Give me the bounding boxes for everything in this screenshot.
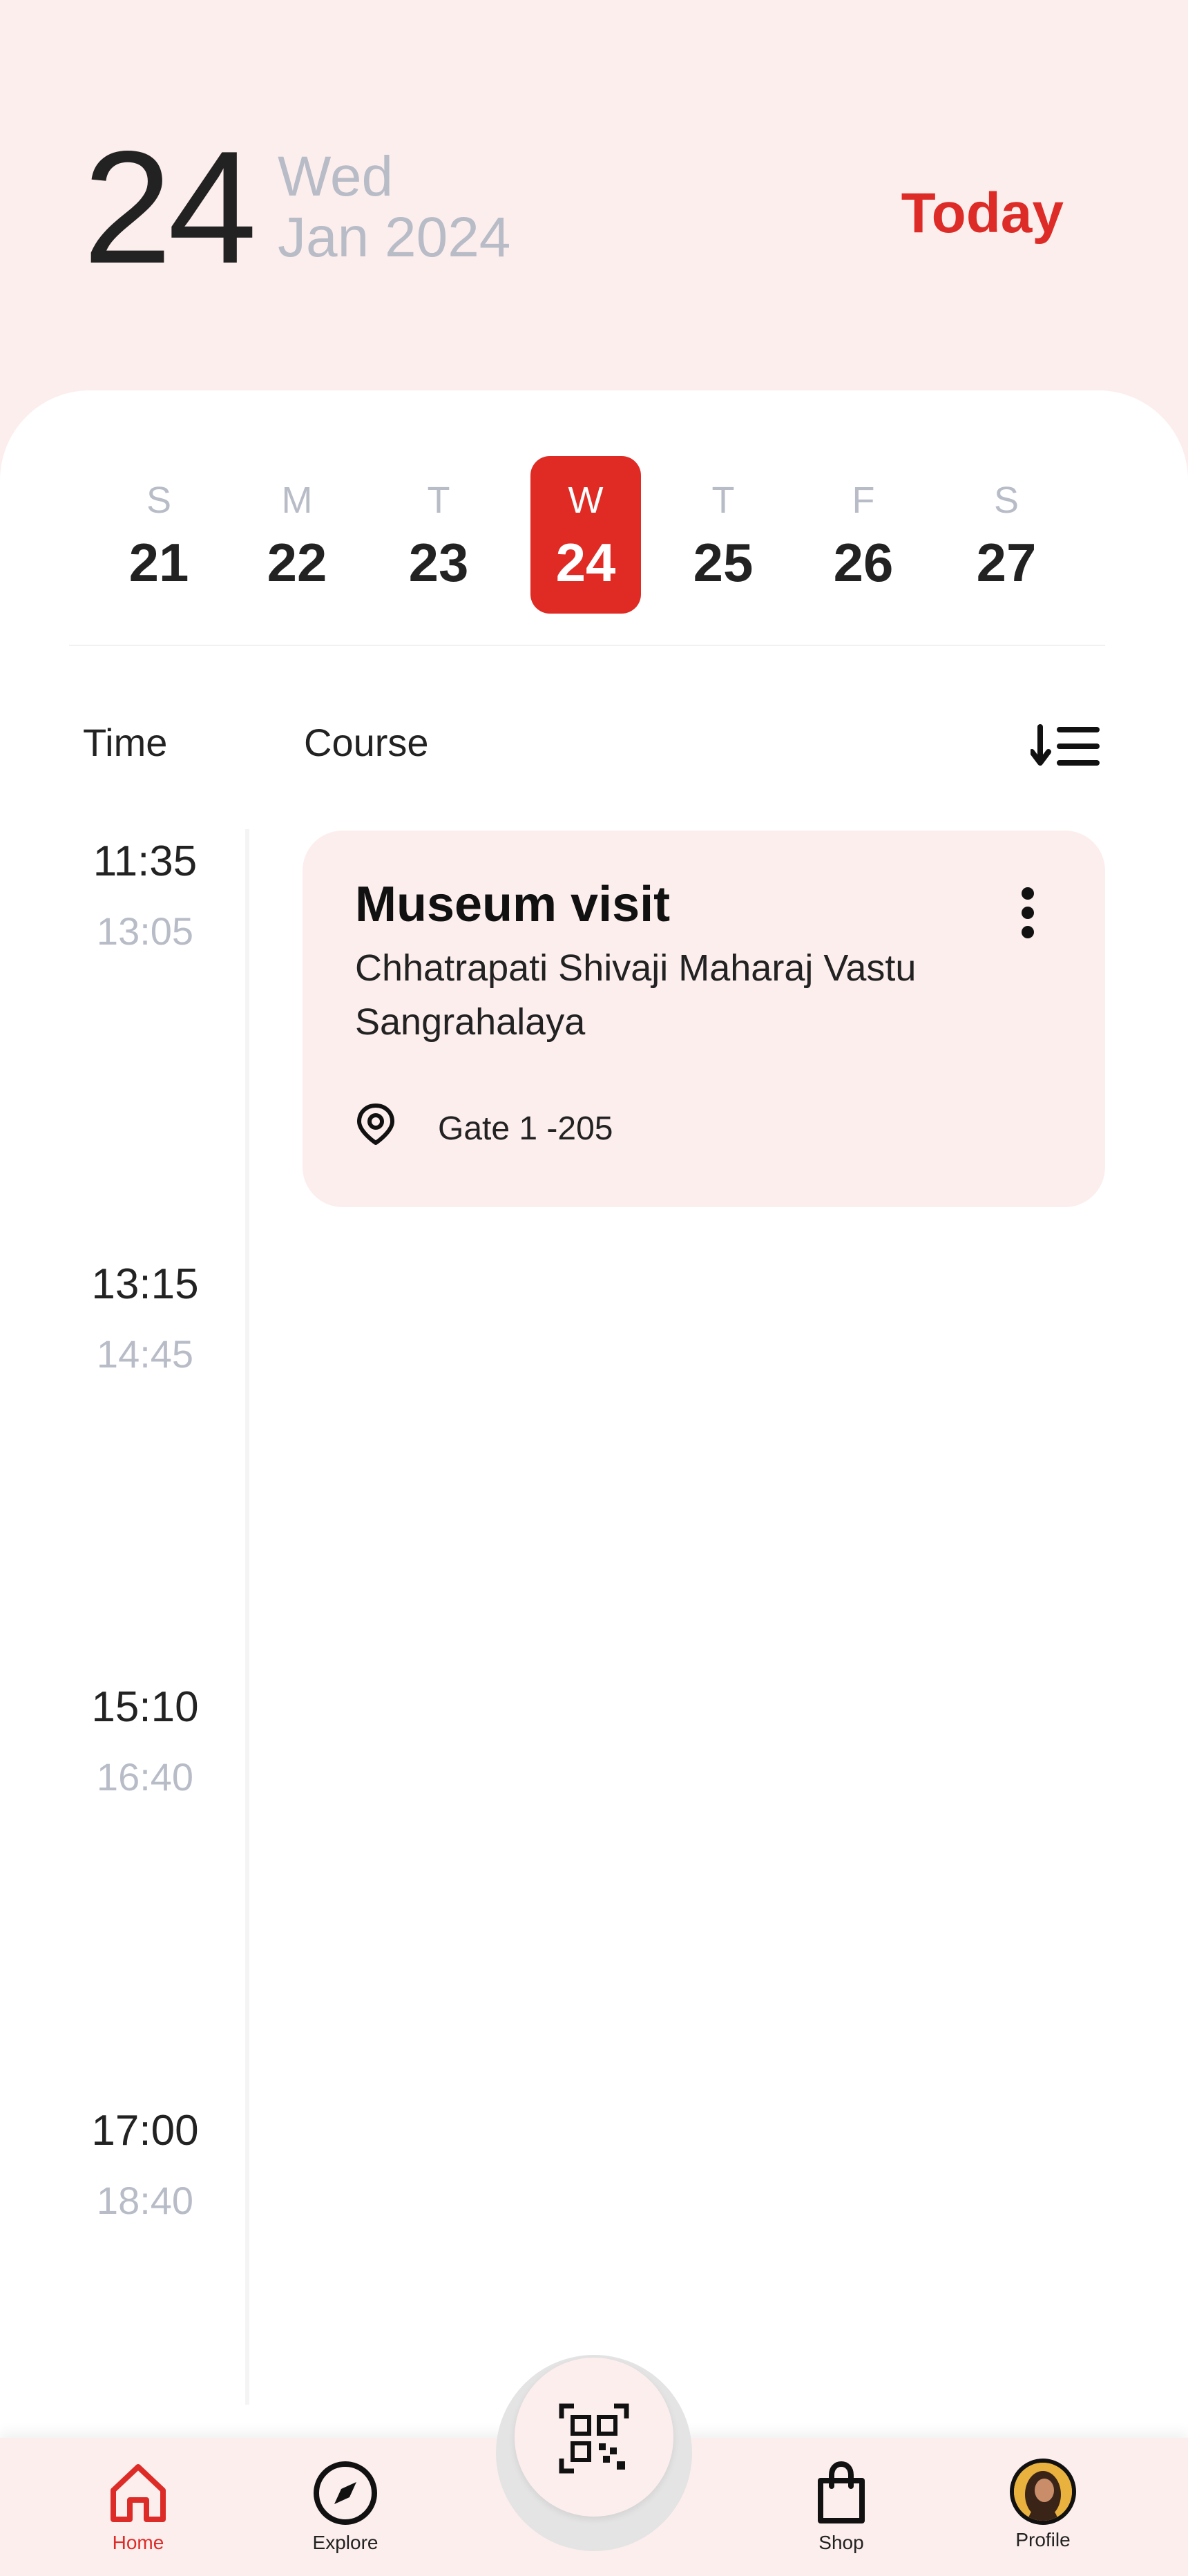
today-button[interactable]: Today: [901, 181, 1064, 246]
day-wed-24-selected[interactable]: W 24: [530, 456, 641, 614]
qr-code-icon: [559, 2403, 629, 2474]
day-letter: S: [146, 480, 172, 521]
day-sun-21[interactable]: S 21: [104, 456, 214, 614]
location-pin-icon: [357, 1104, 394, 1145]
day-number: 25: [693, 532, 754, 593]
slot-end: 16:40: [96, 1755, 194, 1799]
header: 24 Wed Jan 2024 Today: [0, 0, 1188, 415]
time-slot: 15:10 16:40: [69, 1683, 221, 1799]
compass-icon: [314, 2461, 377, 2525]
day-letter: F: [852, 480, 875, 521]
day-number: 21: [128, 532, 189, 593]
day-fri-26[interactable]: F 26: [808, 456, 919, 614]
shopping-bag-icon: [818, 2461, 865, 2523]
week-divider: [69, 645, 1105, 646]
current-day-number: 24: [83, 118, 257, 297]
time-column-header: Time: [83, 721, 168, 764]
slot-start: 15:10: [91, 1683, 199, 1731]
current-weekday: Wed: [278, 145, 394, 208]
course-column-header: Course: [304, 721, 429, 764]
event-subtitle: Chhatrapati Shivaji Maharaj Vastu Sangra…: [355, 947, 917, 1043]
day-letter: T: [711, 480, 735, 521]
day-sat-27[interactable]: S 27: [951, 456, 1062, 614]
event-location: Gate 1 -205: [438, 1110, 613, 1147]
current-month-year: Jan 2024: [278, 206, 511, 269]
time-slot: 13:15 14:45: [69, 1260, 221, 1376]
event-card[interactable]: Museum visit Chhatrapati Shivaji Maharaj…: [303, 831, 1105, 1207]
qr-scan-button[interactable]: [515, 2358, 673, 2517]
slot-end: 18:40: [96, 2179, 194, 2222]
day-letter: M: [281, 480, 313, 521]
time-slot: 11:35 13:05: [69, 837, 221, 954]
event-title: Museum visit: [355, 877, 671, 932]
timeline-line: [245, 829, 249, 2405]
sort-icon[interactable]: [1031, 724, 1101, 768]
week-strip: S 21 M 22 T 23 W 24 T 25 F 26 S 27: [69, 456, 1105, 616]
home-icon: [111, 2464, 166, 2522]
avatar-portrait-icon: [1014, 2463, 1072, 2521]
nav-profile-label: Profile: [1015, 2529, 1071, 2550]
day-number: 22: [267, 532, 327, 593]
day-letter: T: [427, 480, 450, 521]
nav-shop-label: Shop: [818, 2532, 864, 2553]
slot-end: 13:05: [96, 909, 194, 953]
day-thu-25[interactable]: T 25: [668, 456, 778, 614]
avatar: [1010, 2459, 1076, 2525]
day-tue-23[interactable]: T 23: [383, 456, 494, 614]
day-number: 24: [555, 532, 616, 593]
slot-start: 11:35: [93, 837, 198, 885]
day-letter: W: [568, 480, 604, 521]
day-number: 26: [833, 532, 894, 593]
nav-home[interactable]: Home: [69, 2459, 207, 2554]
schedule-sheet: [0, 390, 1188, 2576]
day-number: 23: [408, 532, 469, 593]
day-letter: S: [993, 480, 1019, 521]
day-number: 27: [976, 532, 1037, 593]
nav-explore-label: Explore: [312, 2532, 379, 2553]
current-date-detail: Wed Jan 2024: [278, 146, 510, 268]
slot-start: 17:00: [91, 2107, 199, 2154]
nav-shop[interactable]: Shop: [772, 2459, 910, 2554]
slot-start: 13:15: [91, 1260, 199, 1308]
more-options-icon[interactable]: [1014, 884, 1042, 940]
slot-end: 14:45: [96, 1332, 194, 1376]
nav-profile[interactable]: Profile: [974, 2459, 1112, 2551]
nav-home-label: Home: [112, 2532, 164, 2553]
time-slot: 17:00 18:40: [69, 2107, 221, 2223]
day-mon-22[interactable]: M 22: [242, 456, 352, 614]
nav-explore[interactable]: Explore: [276, 2459, 414, 2554]
